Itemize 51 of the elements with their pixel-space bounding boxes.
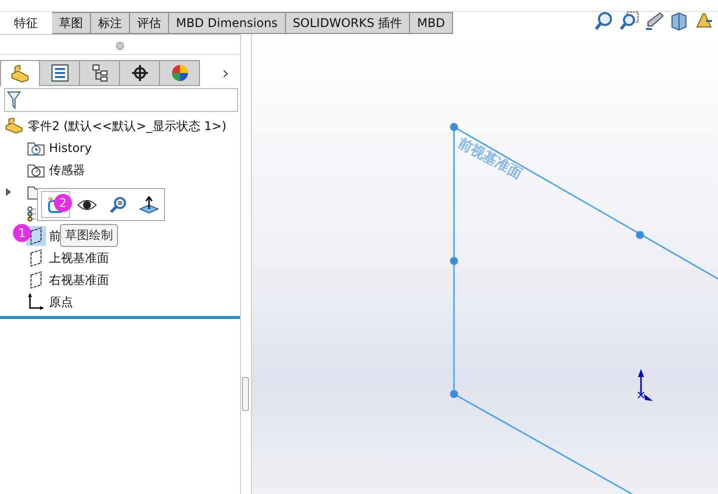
- part-name[interactable]: 零件2 (默认<<默认>_显示状态 1>): [28, 118, 226, 134]
- dim-manager-tab[interactable]: [120, 60, 160, 86]
- config-manager-tab[interactable]: [80, 60, 120, 86]
- zoom-to-fit-icon[interactable]: [594, 11, 614, 31]
- display-manager-tab[interactable]: [160, 60, 200, 86]
- command-tab[interactable]: SOLIDWORKS 插件: [286, 12, 410, 34]
- plane-handle[interactable]: [450, 257, 458, 265]
- property-manager-tab[interactable]: [40, 60, 80, 86]
- tree-item-label[interactable]: History: [49, 141, 92, 155]
- plane-icon: [29, 249, 43, 267]
- tree-item-label[interactable]: 右视基准面: [49, 272, 109, 288]
- feature-manager-tab[interactable]: [0, 60, 40, 86]
- command-tab[interactable]: 草图: [52, 12, 91, 34]
- plane-handle[interactable]: [450, 123, 458, 131]
- section-view-icon[interactable]: [669, 11, 689, 31]
- plane-handle[interactable]: [450, 390, 458, 398]
- list-icon: [50, 64, 68, 82]
- part-icon: [10, 64, 30, 82]
- more-tabs-arrow[interactable]: ›: [222, 62, 230, 84]
- command-tab[interactable]: 标注: [91, 12, 130, 34]
- history-folder-icon: [27, 140, 45, 156]
- collapse-handle[interactable]: [116, 42, 124, 50]
- plane-label: 前视基准面: [455, 135, 524, 182]
- normal-to-plane-icon: [138, 196, 158, 214]
- tree-icon: [90, 64, 108, 82]
- command-tab[interactable]: MBD Dimensions: [169, 12, 286, 34]
- part-icon: [4, 118, 24, 134]
- command-tab[interactable]: MBD: [410, 12, 453, 34]
- plane-icon: [29, 271, 43, 289]
- crosshair-icon: [130, 64, 148, 82]
- splitter-handle[interactable]: [242, 377, 249, 411]
- expand-arrow-icon[interactable]: [6, 188, 11, 196]
- filter-field[interactable]: [4, 88, 238, 112]
- zoom-area-icon[interactable]: [619, 11, 639, 31]
- tree-item-label[interactable]: 传感器: [49, 162, 85, 178]
- pen-icon[interactable]: [644, 11, 664, 31]
- filter-icon: [7, 91, 21, 109]
- tree-item-label[interactable]: 原点: [49, 294, 73, 310]
- zoom-icon: [108, 196, 126, 214]
- tree-item-label[interactable]: 前: [49, 228, 61, 244]
- sketch-icon: [46, 196, 64, 214]
- plane-icon: [29, 227, 43, 245]
- origin-axes-icon: [638, 369, 653, 401]
- tree-item-label[interactable]: 上视基准面: [49, 250, 109, 266]
- gauge-folder-icon: [27, 162, 45, 178]
- color-wheel-icon: [170, 64, 188, 82]
- eye-icon: [76, 198, 96, 212]
- plane-handle[interactable]: [636, 231, 644, 239]
- command-tab[interactable]: 评估: [130, 12, 169, 34]
- step-callout: 1: [13, 224, 31, 242]
- tooltip: 草图绘制: [60, 224, 118, 247]
